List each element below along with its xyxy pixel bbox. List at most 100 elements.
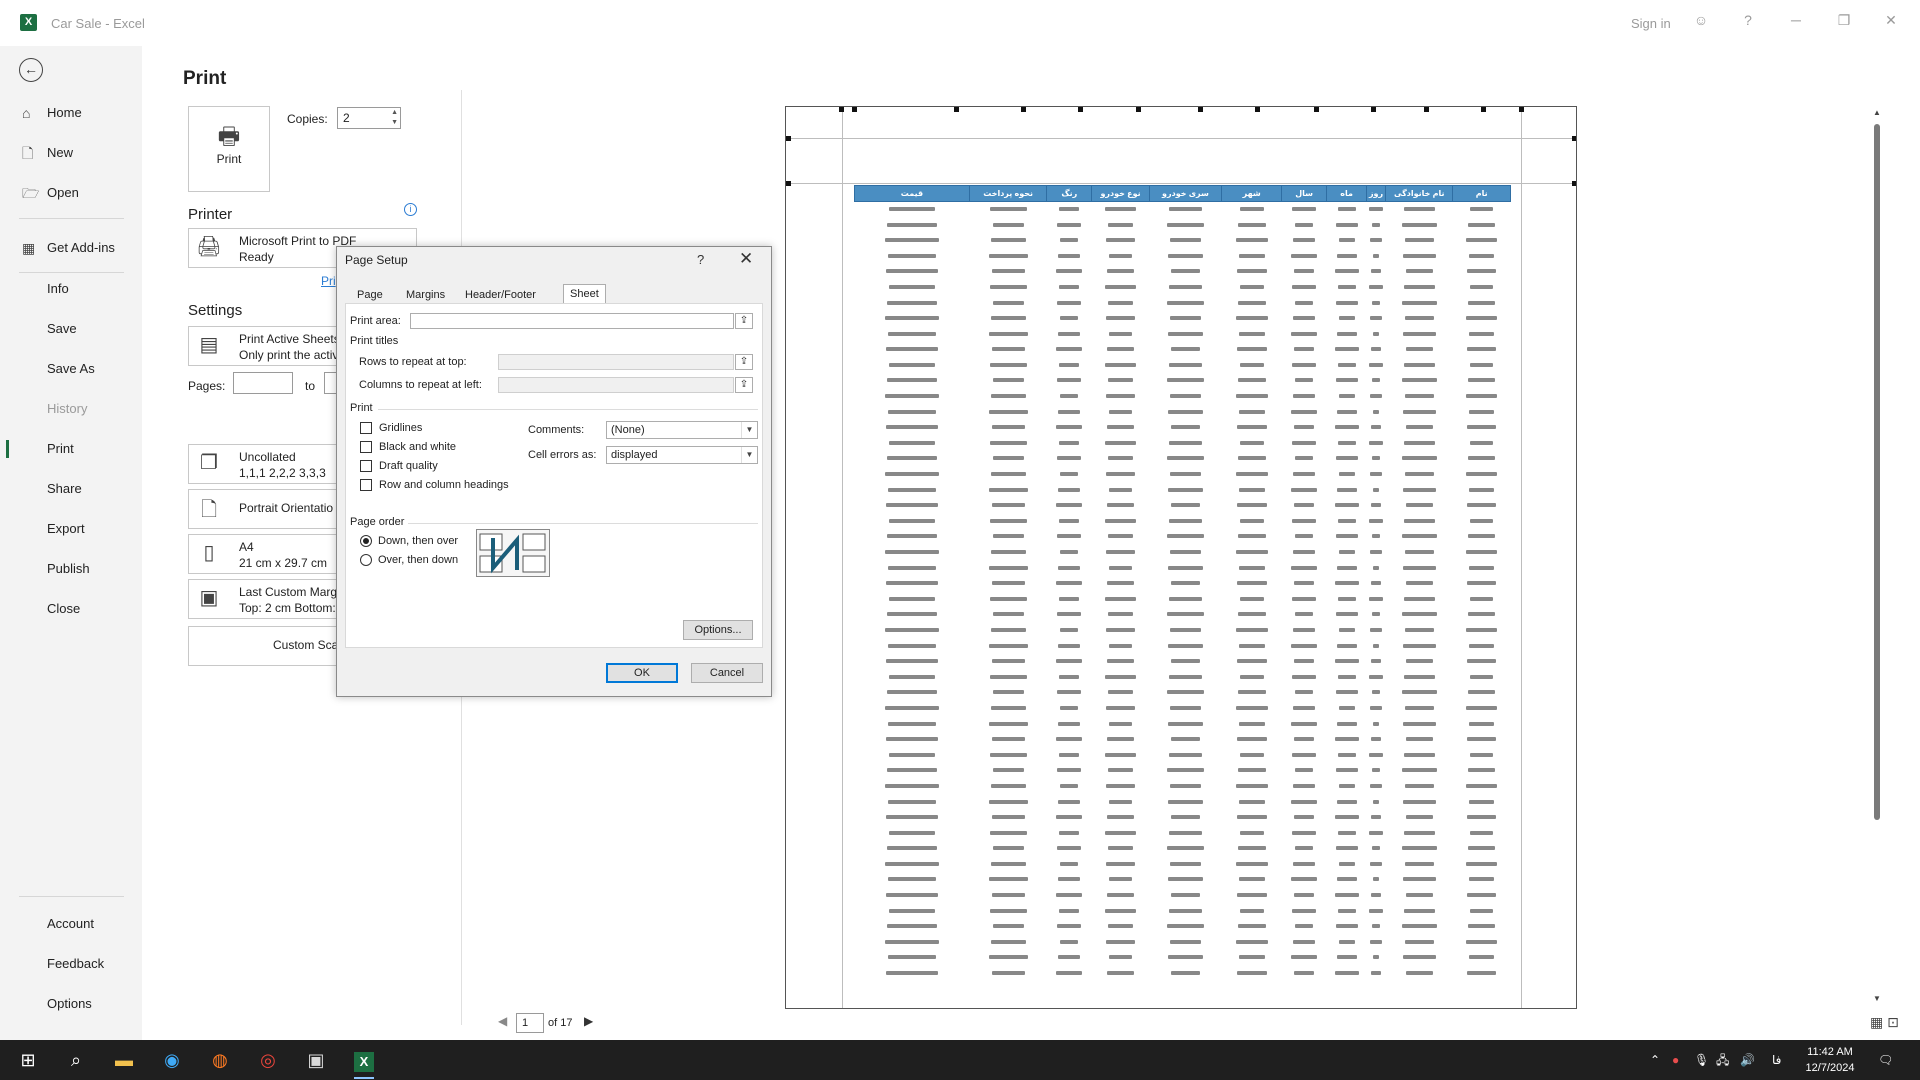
comments-select[interactable]: (None) ▼ <box>606 421 758 439</box>
margin-handle[interactable] <box>786 136 791 141</box>
info-icon[interactable]: i <box>404 203 417 216</box>
minimize-button[interactable]: ─ <box>1785 12 1807 28</box>
preview-text-mark <box>1295 378 1314 383</box>
file-explorer-icon[interactable]: ▬ <box>100 1040 148 1080</box>
nav-print[interactable]: Print <box>0 434 142 464</box>
close-window-button[interactable]: ✕ <box>1880 12 1902 29</box>
network-icon[interactable]: 🖧 <box>1716 1040 1729 1080</box>
preview-scrollbar[interactable]: ▲ ▼ <box>1872 108 1882 1008</box>
margin-handle[interactable] <box>1481 107 1486 112</box>
preview-text-mark <box>1108 924 1134 929</box>
chevron-up-icon[interactable]: ⌃ <box>1650 1040 1660 1080</box>
nav-get-add-ins[interactable]: ▦ Get Add-ins <box>0 233 142 263</box>
excel-taskbar-icon[interactable]: X <box>340 1040 388 1080</box>
margin-handle[interactable] <box>1424 107 1429 112</box>
margin-handle[interactable] <box>1314 107 1319 112</box>
restore-button[interactable]: ❐ <box>1833 12 1855 29</box>
margin-handle[interactable] <box>1078 107 1083 112</box>
nav-feedback[interactable]: Feedback <box>0 949 142 979</box>
page-number-input[interactable]: 1 <box>516 1013 544 1033</box>
preview-text-mark <box>989 830 1027 835</box>
margin-handle[interactable] <box>1371 107 1376 112</box>
preview-row <box>855 264 1511 280</box>
printer-properties-link[interactable]: Pri <box>321 274 336 288</box>
start-icon[interactable]: ⊞ <box>4 1040 52 1080</box>
tab-sheet[interactable]: Sheet <box>563 284 606 304</box>
cell-errors-select[interactable]: displayed ▼ <box>606 446 758 464</box>
sign-in-link[interactable]: Sign in <box>1631 16 1671 31</box>
zoom-to-page-icon[interactable]: ⊡ <box>1887 1014 1899 1030</box>
nav-info[interactable]: Info <box>0 274 142 304</box>
microphone-icon[interactable]: 🎙 <box>1694 1040 1709 1080</box>
over-then-down-radio[interactable] <box>360 554 372 566</box>
scroll-down-icon[interactable]: ▼ <box>1872 994 1882 1003</box>
nav-history[interactable]: History <box>0 394 142 424</box>
margin-handle[interactable] <box>954 107 959 112</box>
gridlines-checkbox[interactable] <box>360 422 372 434</box>
margin-handle[interactable] <box>839 107 844 112</box>
nav-account[interactable]: Account <box>0 909 142 939</box>
nav-close[interactable]: Close <box>0 594 142 624</box>
record-icon[interactable]: ● <box>1672 1040 1679 1080</box>
margin-handle[interactable] <box>852 107 857 112</box>
margin-handle[interactable] <box>1198 107 1203 112</box>
previous-page-icon[interactable]: ◀ <box>498 1014 507 1028</box>
nav-save-as[interactable]: Save As <box>0 354 142 384</box>
show-margins-icon[interactable]: ▦ <box>1870 1014 1883 1030</box>
search-icon[interactable]: ⌕ <box>52 1040 100 1080</box>
spinner-arrows-icon[interactable]: ▲ ▼ <box>391 108 398 128</box>
preview-cell <box>1386 654 1453 670</box>
margin-handle[interactable] <box>1572 136 1576 141</box>
collapse-dialog-icon[interactable]: ⇪ <box>735 354 753 370</box>
print-area-input[interactable] <box>410 313 734 329</box>
cancel-button[interactable]: Cancel <box>691 663 763 683</box>
collapse-dialog-icon[interactable]: ⇪ <box>735 377 753 393</box>
margin-handle[interactable] <box>1519 107 1524 112</box>
collapse-dialog-icon[interactable]: ⇪ <box>735 313 753 329</box>
back-arrow-icon[interactable]: ← <box>19 58 43 82</box>
app-icon[interactable]: ▣ <box>292 1040 340 1080</box>
nav-publish[interactable]: Publish <box>0 554 142 584</box>
margin-handle[interactable] <box>1136 107 1141 112</box>
help-icon[interactable]: ? <box>1737 12 1759 28</box>
options-button[interactable]: Options... <box>683 620 753 640</box>
dialog-help-button[interactable]: ? <box>697 252 704 267</box>
volume-icon[interactable]: 🔊 <box>1740 1040 1755 1080</box>
preview-row <box>855 607 1511 623</box>
tab-page[interactable]: Page <box>357 286 383 304</box>
language-indicator[interactable]: فا <box>1772 1040 1781 1080</box>
ok-button[interactable]: OK <box>606 663 678 683</box>
copies-spinner[interactable]: 2 ▲ ▼ <box>337 107 401 129</box>
nav-new[interactable]: 🗋 New <box>0 138 142 168</box>
margin-handle[interactable] <box>786 181 791 186</box>
margin-handle[interactable] <box>1021 107 1026 112</box>
firefox-icon[interactable]: ◍ <box>196 1040 244 1080</box>
pages-from-input[interactable] <box>233 372 293 394</box>
edge-icon[interactable]: ◉ <box>148 1040 196 1080</box>
nav-export[interactable]: Export <box>0 514 142 544</box>
tab-header-footer[interactable]: Header/Footer <box>465 286 536 304</box>
clock[interactable]: 11:42 AM 12/7/2024 <box>1800 1044 1860 1076</box>
scroll-up-icon[interactable]: ▲ <box>1872 108 1882 117</box>
tab-margins[interactable]: Margins <box>406 286 445 304</box>
nav-save[interactable]: Save <box>0 314 142 344</box>
feedback-smile-icon[interactable]: ☺ <box>1690 12 1712 28</box>
dialog-close-button[interactable]: ✕ <box>739 249 753 269</box>
rows-repeat-input[interactable] <box>498 354 734 370</box>
cols-repeat-input[interactable] <box>498 377 734 393</box>
nav-options[interactable]: Options <box>0 989 142 1019</box>
scroll-thumb[interactable] <box>1874 124 1880 820</box>
notifications-icon[interactable]: 🗨 <box>1878 1040 1893 1080</box>
nav-share[interactable]: Share <box>0 474 142 504</box>
black-white-checkbox[interactable] <box>360 441 372 453</box>
nav-home[interactable]: ⌂ Home <box>0 98 142 128</box>
print-button[interactable]: 🖶 Print <box>188 106 270 192</box>
nav-open[interactable]: 🗁 Open <box>0 178 142 208</box>
margin-handle[interactable] <box>1255 107 1260 112</box>
next-page-icon[interactable]: ▶ <box>584 1014 593 1028</box>
margin-handle[interactable] <box>1572 181 1576 186</box>
row-col-headings-checkbox[interactable] <box>360 479 372 491</box>
draft-quality-checkbox[interactable] <box>360 460 372 472</box>
chrome-icon[interactable]: ◎ <box>244 1040 292 1080</box>
down-then-over-radio[interactable] <box>360 535 372 547</box>
